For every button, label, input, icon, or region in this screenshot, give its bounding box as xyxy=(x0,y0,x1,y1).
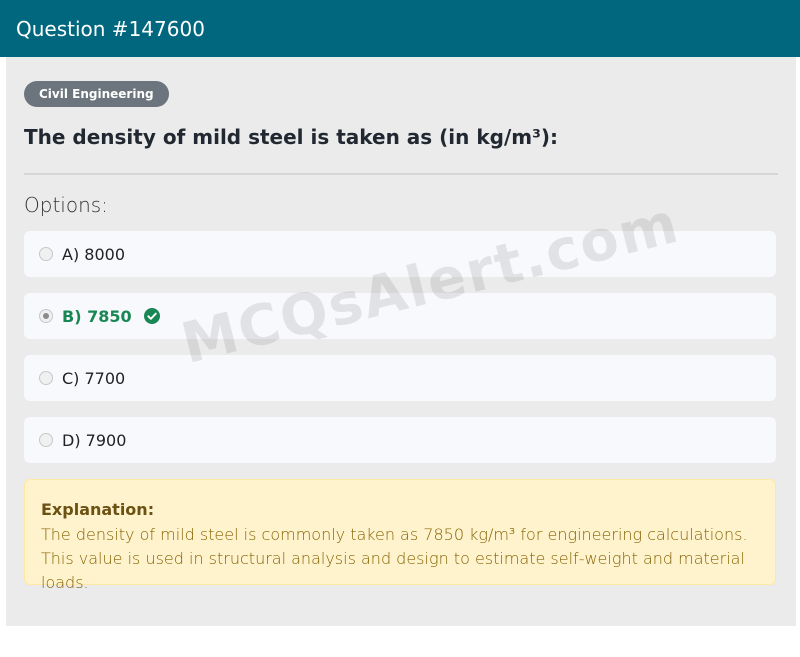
option-b[interactable]: B) 7850 xyxy=(24,293,776,339)
option-b-label: B) 7850 xyxy=(62,306,132,326)
category-badge[interactable]: Civil Engineering xyxy=(24,81,169,107)
option-c-radio[interactable] xyxy=(39,371,53,385)
option-c-label: C) 7700 xyxy=(62,368,126,388)
option-d-label: D) 7900 xyxy=(62,430,127,450)
option-b-radio[interactable] xyxy=(39,309,53,323)
options-label: Options: xyxy=(24,193,108,217)
explanation-text: The density of mild steel is commonly ta… xyxy=(41,525,748,592)
card-body: Civil Engineering The density of mild st… xyxy=(6,57,796,626)
option-a-radio[interactable] xyxy=(39,247,53,261)
option-d-radio[interactable] xyxy=(39,433,53,447)
option-d[interactable]: D) 7900 xyxy=(24,417,776,463)
card-header: Question #147600 xyxy=(0,0,800,57)
question-text: The density of mild steel is taken as (i… xyxy=(24,125,559,149)
question-card: Question #147600 Civil Engineering The d… xyxy=(0,0,800,628)
check-circle-icon xyxy=(143,308,160,324)
explanation-title: Explanation: xyxy=(41,500,155,519)
option-a[interactable]: A) 8000 xyxy=(24,231,776,277)
explanation-box: Explanation: The density of mild steel i… xyxy=(24,479,776,592)
question-title: Question #147600 xyxy=(16,16,205,41)
divider xyxy=(24,173,778,175)
watermark: MCQsAlert.com xyxy=(175,190,686,377)
option-a-label: A) 8000 xyxy=(62,244,125,264)
option-c[interactable]: C) 7700 xyxy=(24,355,776,401)
